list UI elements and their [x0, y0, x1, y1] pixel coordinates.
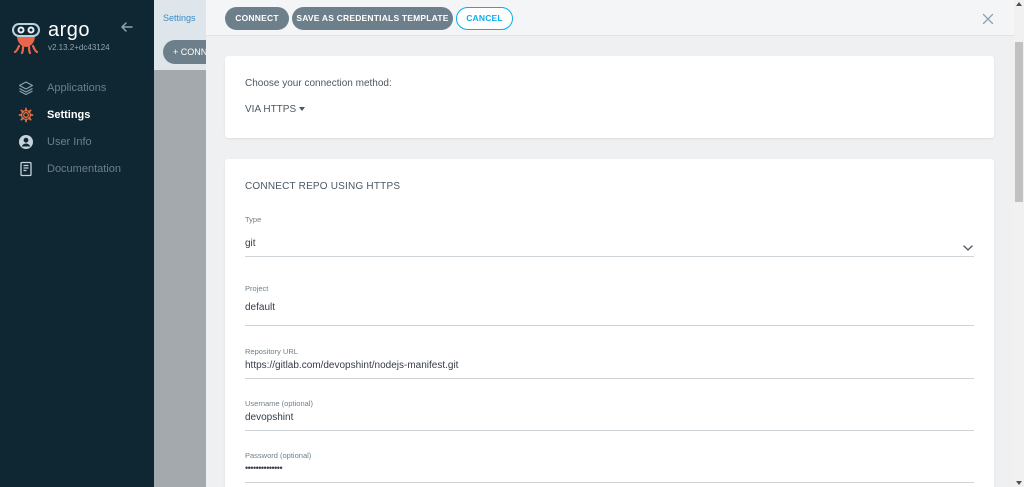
connect-repo-form: CONNECT REPO USING HTTPS Type git Projec… — [225, 159, 994, 487]
layers-icon — [18, 80, 34, 96]
type-label: Type — [245, 215, 262, 224]
repository-url-field[interactable]: Repository URL https://gitlab.com/devops… — [245, 347, 974, 379]
username-field[interactable]: Username (optional) devopshint — [245, 399, 974, 431]
scroll-down-arrow-icon[interactable] — [1016, 481, 1022, 485]
connection-method-card: Choose your connection method: VIA HTTPS — [225, 56, 994, 138]
sidebar-item-applications[interactable]: Applications — [0, 74, 154, 101]
modal-overlay[interactable] — [154, 0, 206, 487]
sidebar: argo v2.13.2+dc43124 Applications Settin… — [0, 0, 154, 487]
app-name: argo — [48, 19, 91, 41]
project-field[interactable]: Project default — [245, 284, 974, 326]
user-circle-icon — [18, 134, 34, 150]
chevron-down-icon — [963, 239, 973, 251]
password-value: •••••••••••••• — [245, 463, 283, 473]
project-value: default — [245, 302, 276, 313]
cancel-button[interactable]: CANCEL — [456, 7, 513, 30]
sidebar-item-label: Applications — [47, 81, 107, 94]
connect-repo-panel: CONNECT SAVE AS CREDENTIALS TEMPLATE CAN… — [206, 0, 1014, 487]
username-value: devopshint — [245, 412, 294, 423]
collapse-arrow-icon[interactable] — [120, 20, 134, 34]
logo[interactable]: argo v2.13.2+dc43124 — [10, 14, 110, 55]
scrollbar[interactable] — [1014, 0, 1024, 487]
repository-url-label: Repository URL — [245, 347, 298, 356]
caret-down-icon — [299, 107, 306, 112]
gear-icon — [18, 107, 34, 123]
sidebar-nav: Applications Settings User Info Document… — [0, 74, 154, 182]
sidebar-item-settings[interactable]: Settings — [0, 101, 154, 128]
app-version: v2.13.2+dc43124 — [48, 43, 110, 52]
sidebar-item-label: Settings — [47, 108, 91, 121]
username-label: Username (optional) — [245, 399, 313, 408]
sidebar-item-documentation[interactable]: Documentation — [0, 155, 154, 182]
argo-octopus-logo — [10, 14, 42, 55]
repository-url-value: https://gitlab.com/devopshint/nodejs-man… — [245, 360, 459, 371]
scrollbar-thumb[interactable] — [1015, 42, 1023, 202]
breadcrumb[interactable]: Settings — [163, 13, 196, 23]
save-credentials-template-button[interactable]: SAVE AS CREDENTIALS TEMPLATE — [292, 7, 453, 30]
sidebar-item-label: User Info — [47, 135, 92, 148]
panel-toolbar: CONNECT SAVE AS CREDENTIALS TEMPLATE CAN… — [206, 0, 1014, 36]
scroll-up-arrow-icon[interactable] — [1016, 2, 1022, 6]
password-label: Password (optional) — [245, 451, 312, 460]
connection-method-label: Choose your connection method: — [245, 78, 392, 89]
background-connect-repo-button[interactable]: + CONN — [163, 40, 211, 64]
project-label: Project — [245, 284, 269, 293]
book-icon — [18, 161, 34, 177]
connection-method-dropdown[interactable]: VIA HTTPS — [245, 104, 306, 115]
form-title: CONNECT REPO USING HTTPS — [245, 181, 401, 192]
password-field[interactable]: Password (optional) •••••••••••••• — [245, 451, 974, 483]
connection-method-value: VIA HTTPS — [245, 104, 297, 115]
type-select[interactable]: Type git — [245, 215, 974, 257]
connect-button[interactable]: CONNECT — [225, 7, 289, 30]
type-value: git — [245, 238, 256, 249]
sidebar-item-user-info[interactable]: User Info — [0, 128, 154, 155]
sidebar-item-label: Documentation — [47, 162, 121, 175]
close-icon[interactable] — [982, 12, 994, 25]
